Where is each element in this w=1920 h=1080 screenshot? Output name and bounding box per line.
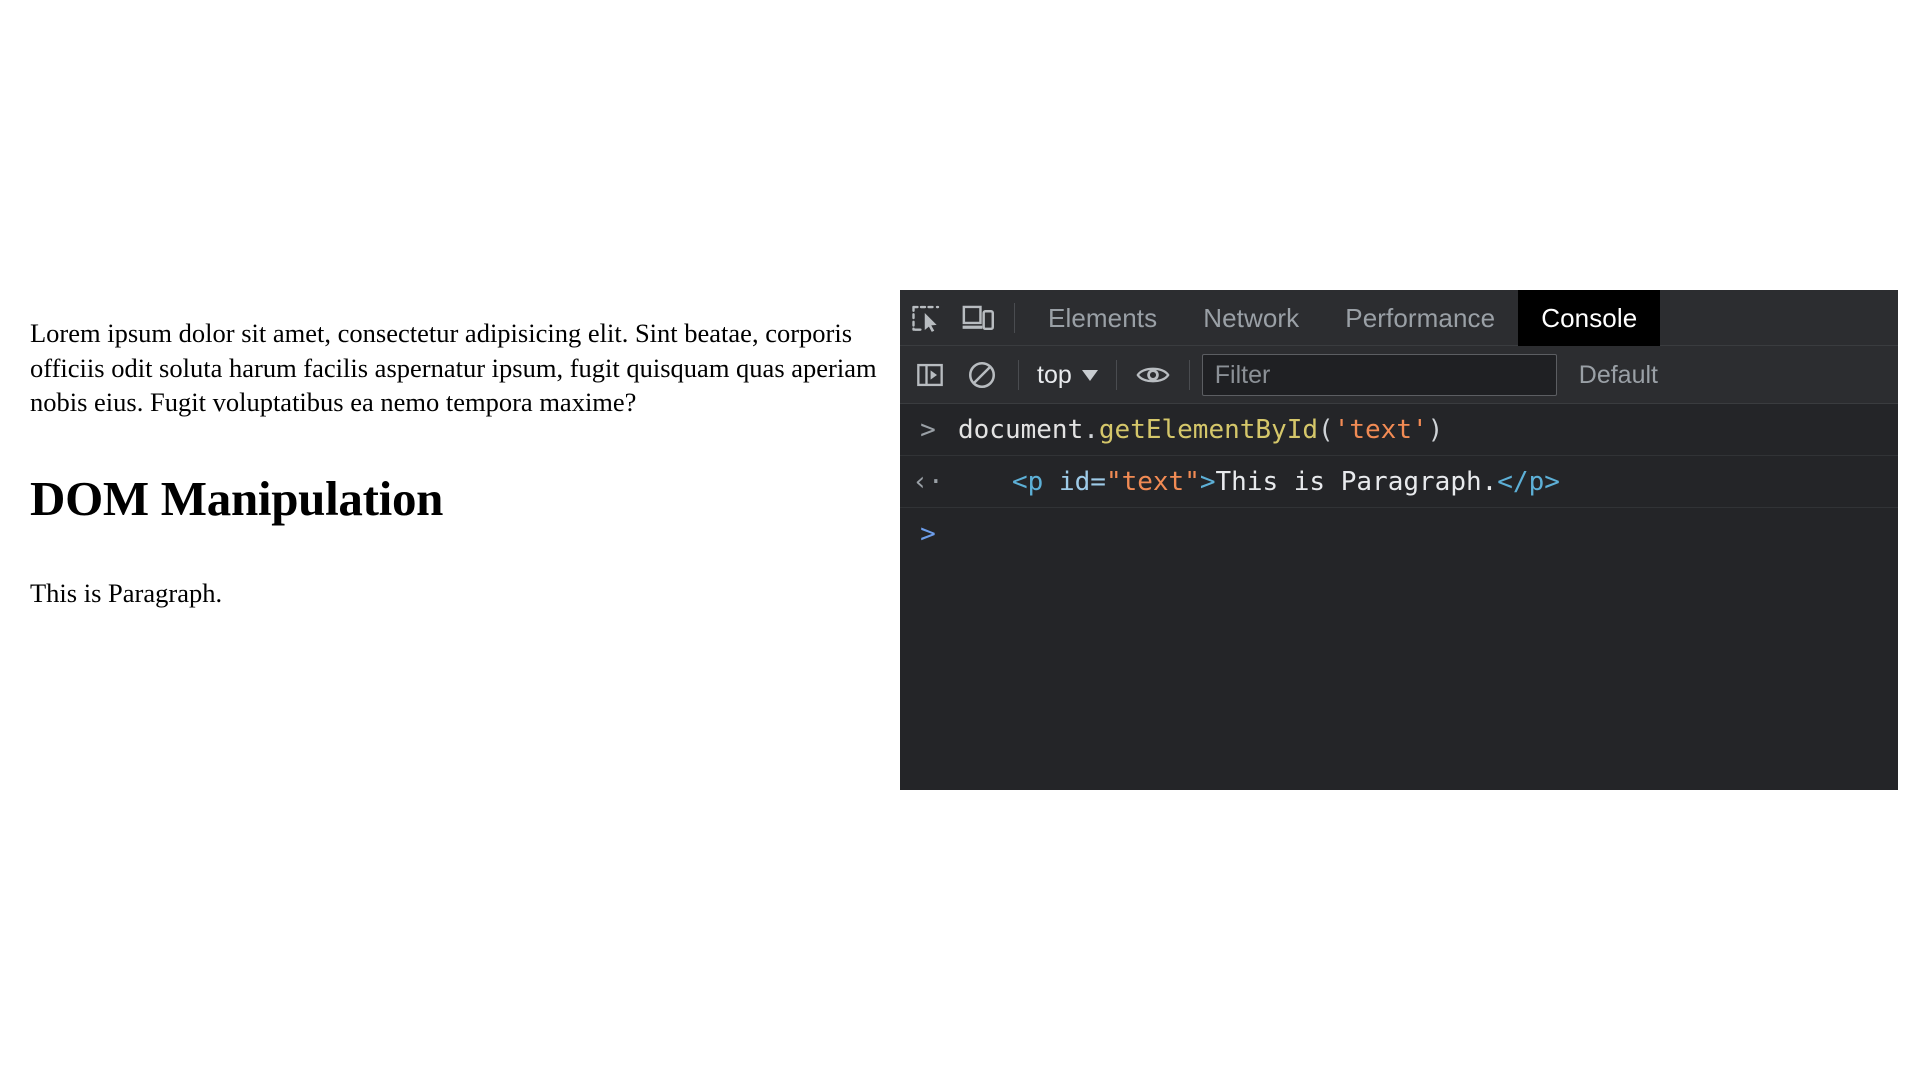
console-sidebar-icon[interactable]	[904, 351, 956, 399]
context-selector-label: top	[1037, 360, 1072, 389]
token-tag-close-bracket: >	[1199, 467, 1216, 497]
token-attr-name: id=	[1043, 467, 1106, 497]
devtools-tab-list: Elements Network Performance Console	[1025, 290, 1898, 346]
console-message-list[interactable]: > document.getElementById('text') ‹· <p …	[900, 404, 1898, 790]
toolbar-divider-4	[1188, 360, 1190, 390]
page-title: DOM Manipulation	[30, 471, 444, 527]
devtools-tabbar: Elements Network Performance Console	[900, 290, 1898, 346]
lorem-paragraph: Lorem ipsum dolor sit amet, consectetur …	[30, 318, 877, 418]
page-content: Lorem ipsum dolor sit amet, consectetur …	[30, 316, 890, 610]
console-output-value[interactable]: <p id="text">This is Paragraph.</p>	[956, 469, 1898, 495]
console-output-marker: ‹·	[912, 467, 944, 497]
token-dot: .	[1083, 415, 1099, 445]
chevron-down-icon	[1081, 369, 1098, 381]
tab-performance[interactable]: Performance	[1322, 290, 1518, 346]
console-toolbar: top Filter Default	[900, 346, 1898, 404]
clear-console-icon[interactable]	[956, 351, 1008, 399]
console-filter-placeholder: Filter	[1214, 360, 1271, 389]
live-expression-eye-icon[interactable]	[1127, 351, 1179, 399]
token-string-arg: 'text'	[1333, 415, 1428, 445]
console-input-expression: document.getElementById('text')	[956, 417, 1898, 443]
console-filter-input[interactable]: Filter	[1201, 354, 1557, 396]
console-output-row[interactable]: ‹· <p id="text">This is Paragraph.</p>	[900, 456, 1898, 508]
toolbar-divider-3	[1115, 360, 1117, 390]
inspect-element-icon[interactable]	[900, 294, 952, 342]
console-input-marker: >	[920, 415, 936, 445]
token-open-tag: <p	[1012, 467, 1044, 497]
console-input-row[interactable]: > document.getElementById('text')	[900, 404, 1898, 456]
token-attr-value: "text"	[1105, 467, 1200, 497]
token-method-name: getElementById	[1098, 415, 1319, 445]
target-paragraph: This is Paragraph.	[30, 578, 223, 608]
log-level-selector[interactable]: Default	[1579, 361, 1658, 390]
context-selector[interactable]: top	[1029, 361, 1106, 390]
device-toolbar-icon[interactable]	[952, 294, 1004, 342]
tab-console[interactable]: Console	[1518, 290, 1661, 346]
token-open-paren: (	[1318, 415, 1334, 445]
toolbar-divider	[1014, 303, 1015, 333]
token-element-text: This is Paragraph.	[1215, 467, 1498, 497]
console-prompt-marker: >	[920, 519, 936, 549]
token-close-paren: )	[1427, 415, 1444, 445]
devtools-panel: Elements Network Performance Console top	[900, 290, 1898, 790]
tab-elements[interactable]: Elements	[1025, 290, 1180, 346]
toolbar-divider-2	[1018, 360, 1019, 390]
console-prompt-row[interactable]: >	[900, 508, 1898, 572]
tab-network[interactable]: Network	[1180, 290, 1322, 346]
token-document: document	[958, 415, 1084, 445]
token-closing-tag: </p>	[1497, 467, 1560, 497]
